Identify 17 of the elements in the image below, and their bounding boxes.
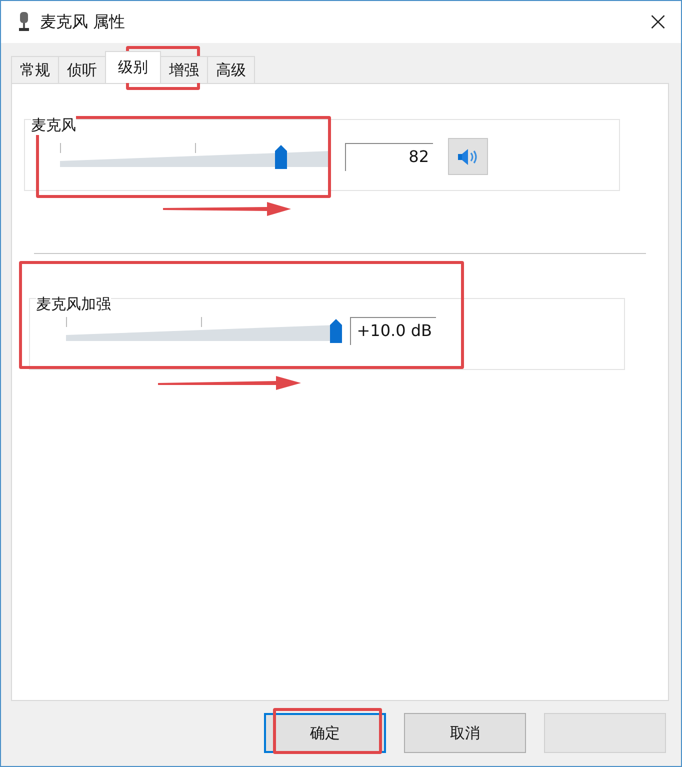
slider-thumb[interactable]: [275, 144, 288, 168]
tab[interactable]: 常规: [11, 56, 59, 83]
window-title: 麦克风 属性: [40, 12, 126, 32]
tab[interactable]: 级别: [105, 51, 161, 83]
group-label: 麦克风加强: [36, 295, 111, 314]
value-field[interactable]: +10.0 dB: [350, 317, 436, 345]
dialog-button[interactable]: 取消: [404, 713, 526, 753]
slider-thumb[interactable]: [330, 319, 342, 343]
group-label: 麦克风: [31, 116, 76, 135]
tab[interactable]: 增强: [160, 56, 208, 83]
close-button[interactable]: ×: [635, 1, 681, 43]
microphone-icon: [18, 12, 30, 32]
speaker-icon: [457, 148, 479, 166]
mute-button[interactable]: [448, 138, 488, 175]
tab[interactable]: 高级: [207, 56, 255, 83]
value-field[interactable]: 82: [345, 142, 433, 170]
dialog-button[interactable]: 确定: [264, 713, 386, 753]
